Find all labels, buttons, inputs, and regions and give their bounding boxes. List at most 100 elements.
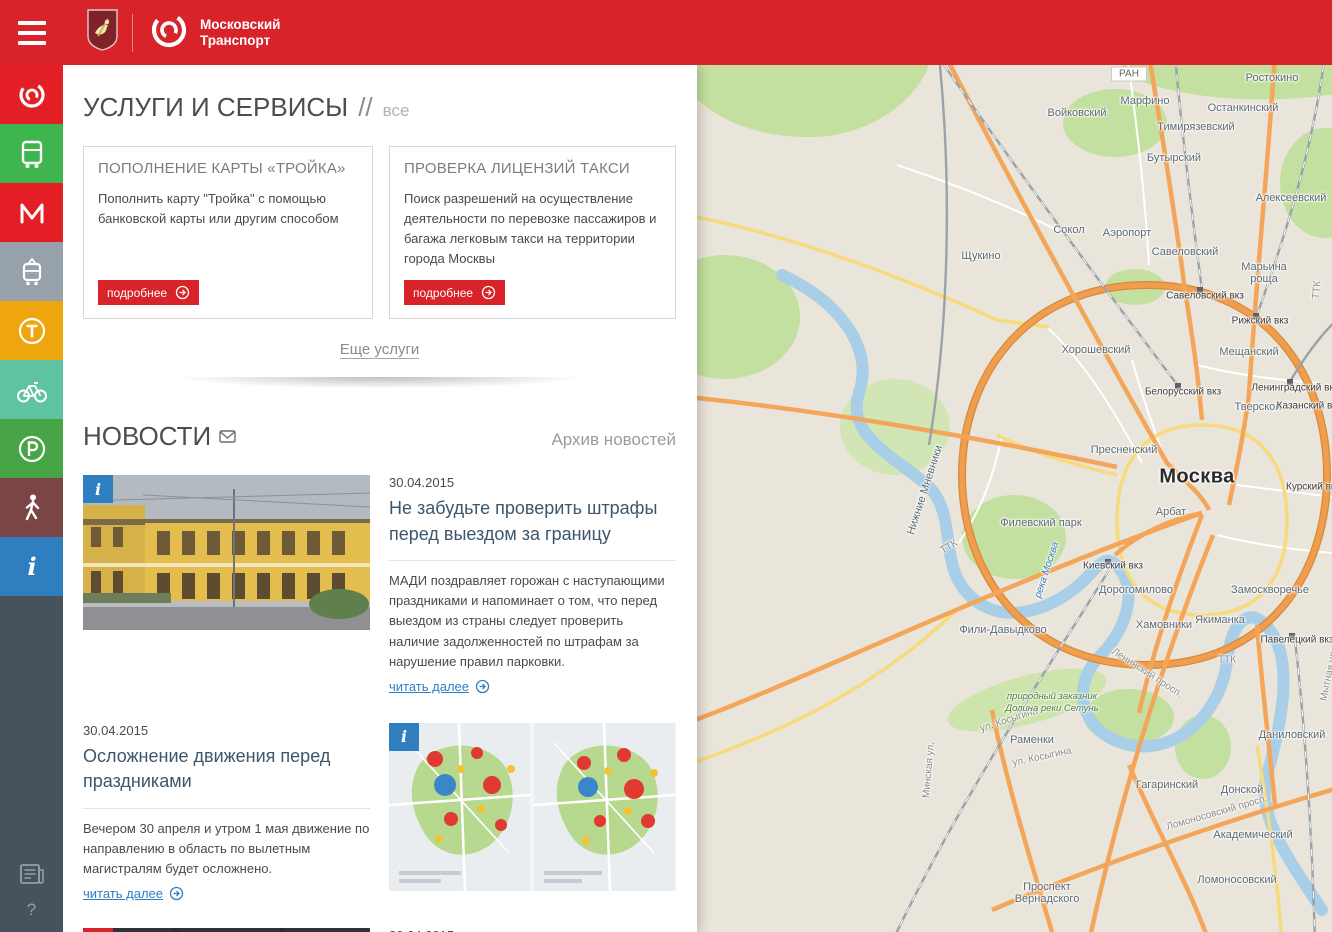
map-label: Замоскворечье (1231, 584, 1309, 596)
map-label: Мещанский (1219, 346, 1278, 358)
section-divider-shadow (83, 377, 676, 393)
service-cards: ПОПОЛНЕНИЕ КАРТЫ «ТРОЙКА» Пополнить карт… (83, 146, 676, 319)
services-separator: // (358, 92, 372, 123)
map-label: Якиманка (1195, 614, 1245, 626)
news-item: 30.04.2015 «Мосгортранс» выпустит беспла… (83, 928, 676, 932)
map-label: ТТК (1218, 655, 1236, 666)
map-label: Даниловский (1259, 729, 1326, 741)
map-label: Филевский парк (1000, 517, 1081, 529)
news-image-building[interactable]: i (83, 475, 370, 696)
sidebar-tile-bike[interactable] (0, 360, 63, 419)
map-label: Раменки (1010, 734, 1054, 746)
map-label: Ростокино (1246, 72, 1299, 84)
city-map[interactable]: МоскваРАНРостокиноМарфиноОстанкинскийВой… (697, 65, 1332, 932)
map-label: Ленинградский вкз (1251, 383, 1332, 394)
arrow-circle-icon (475, 679, 490, 694)
map-label: Белорусский вкз (1145, 387, 1221, 398)
map-label: Марфино (1121, 95, 1170, 107)
sidebar-tile-metro[interactable] (0, 183, 63, 242)
map-label: ТТК (1311, 281, 1324, 300)
read-more-label: читать далее (389, 679, 469, 694)
map-label: Арбат (1156, 506, 1186, 518)
map-label: природный заказник Долина реки Сетунь (1005, 691, 1100, 715)
news-archive-link[interactable]: Архив новостей (551, 430, 676, 450)
map-label: Казанский вкз (1277, 401, 1332, 412)
brand-name[interactable]: Московский Транспорт (200, 17, 280, 49)
envelope-icon[interactable] (219, 430, 236, 443)
news-item: i 30.04.2015 Не забудьте проверить штраф… (83, 475, 676, 696)
map-label: Пресненский (1091, 444, 1158, 456)
map-label: Щукино (961, 250, 1000, 262)
sidebar-tile-pedestrian[interactable] (0, 478, 63, 537)
sidebar-tile-info[interactable]: i (0, 537, 63, 596)
sidebar-tile-tram[interactable] (0, 242, 63, 301)
map-label: Нижние Мневники (905, 444, 945, 536)
service-card-title: ПРОВЕРКА ЛИЦЕНЗИЙ ТАКСИ (404, 160, 661, 177)
metro-m-icon (15, 197, 49, 229)
bus-icon (16, 138, 48, 170)
service-card-taxi-license[interactable]: ПРОВЕРКА ЛИЦЕНЗИЙ ТАКСИ Поиск разрешений… (389, 146, 676, 319)
services-header: УСЛУГИ И СЕРВИСЫ // все (83, 92, 676, 123)
map-label: ТТК (938, 538, 959, 557)
news-item-title[interactable]: Не забудьте проверить штрафы перед выезд… (389, 496, 676, 561)
brand-line2: Транспорт (200, 33, 280, 49)
hamburger-icon (18, 31, 46, 35)
map-label: Донской (1221, 784, 1263, 796)
arrow-circle-icon (169, 886, 184, 901)
sidebar-tile-transport-logo[interactable] (0, 65, 63, 124)
newspaper-icon[interactable] (19, 862, 45, 886)
arrow-circle-icon (175, 285, 190, 300)
sidebar-tile-taxi[interactable] (0, 301, 63, 360)
map-label: Дорогомилово (1099, 584, 1173, 596)
map-label: Аэропорт (1103, 227, 1151, 239)
menu-button[interactable] (0, 0, 63, 65)
details-button-label: подробнее (413, 286, 473, 300)
map-label: Мытная ул. (1318, 648, 1332, 702)
map-label: Киевский вкз (1083, 561, 1143, 572)
map-label: Проспект Вернадского (1006, 881, 1088, 905)
map-label: Тверской (1235, 401, 1282, 413)
map-label: Бутырский (1147, 152, 1201, 164)
map-label: РАН (1111, 67, 1147, 82)
news-text: 30.04.2015 Не забудьте проверить штрафы … (389, 475, 676, 696)
moscow-transport-roundel-icon[interactable] (147, 8, 191, 57)
map-label: Ломоносовский (1197, 874, 1276, 886)
map-label: Курский вкз (1286, 482, 1332, 493)
news-image-traffic-maps[interactable]: i (389, 723, 676, 891)
map-label: Ленинский просп. (1110, 646, 1185, 700)
read-more-label: читать далее (83, 886, 163, 901)
news-item: 30.04.2015 Осложнение движения перед пра… (83, 723, 676, 904)
services-all-link[interactable]: все (383, 101, 410, 121)
map-label: Минская ул. (921, 742, 937, 799)
map-label: Фили-Давыдково (959, 624, 1046, 636)
sidebar-tile-parking[interactable] (0, 419, 63, 478)
info-icon: i (16, 551, 48, 583)
moscow-transport-portal: Московский Транспорт (0, 0, 1332, 932)
service-card-title: ПОПОЛНЕНИЕ КАРТЫ «ТРОЙКА» (98, 160, 358, 177)
map-label: ул. Косыгина (1011, 745, 1072, 768)
service-card-troika[interactable]: ПОПОЛНЕНИЕ КАРТЫ «ТРОЙКА» Пополнить карт… (83, 146, 373, 319)
map-label: Останкинский (1208, 102, 1279, 114)
more-services-link[interactable]: Еще услуги (340, 341, 420, 359)
read-more-link[interactable]: читать далее (389, 679, 490, 694)
news-date: 30.04.2015 (83, 723, 370, 738)
hamburger-icon (18, 21, 46, 25)
moscow-coat-of-arms-icon[interactable] (87, 9, 118, 56)
news-text: 30.04.2015 Осложнение движения перед пра… (83, 723, 370, 904)
arrow-circle-icon (481, 285, 496, 300)
details-button[interactable]: подробнее (404, 280, 505, 305)
help-button[interactable]: ? (27, 900, 36, 920)
news-image-trolleybus[interactable] (83, 928, 370, 932)
service-card-body: Пополнить карту "Тройка" с помощью банко… (98, 189, 358, 229)
info-badge: i (83, 475, 113, 503)
brand-line1: Московский (200, 17, 280, 33)
map-label: Рижский вкз (1232, 316, 1289, 327)
map-label: Гагаринский (1136, 779, 1198, 791)
sidebar-tile-bus[interactable] (0, 124, 63, 183)
news-title: НОВОСТИ (83, 421, 211, 452)
news-header: НОВОСТИ Архив новостей (83, 421, 676, 452)
news-item-title[interactable]: Осложнение движения перед праздниками (83, 744, 370, 809)
details-button[interactable]: подробнее (98, 280, 199, 305)
read-more-link[interactable]: читать далее (83, 886, 184, 901)
news-text: 30.04.2015 «Мосгортранс» выпустит беспла… (389, 928, 676, 932)
